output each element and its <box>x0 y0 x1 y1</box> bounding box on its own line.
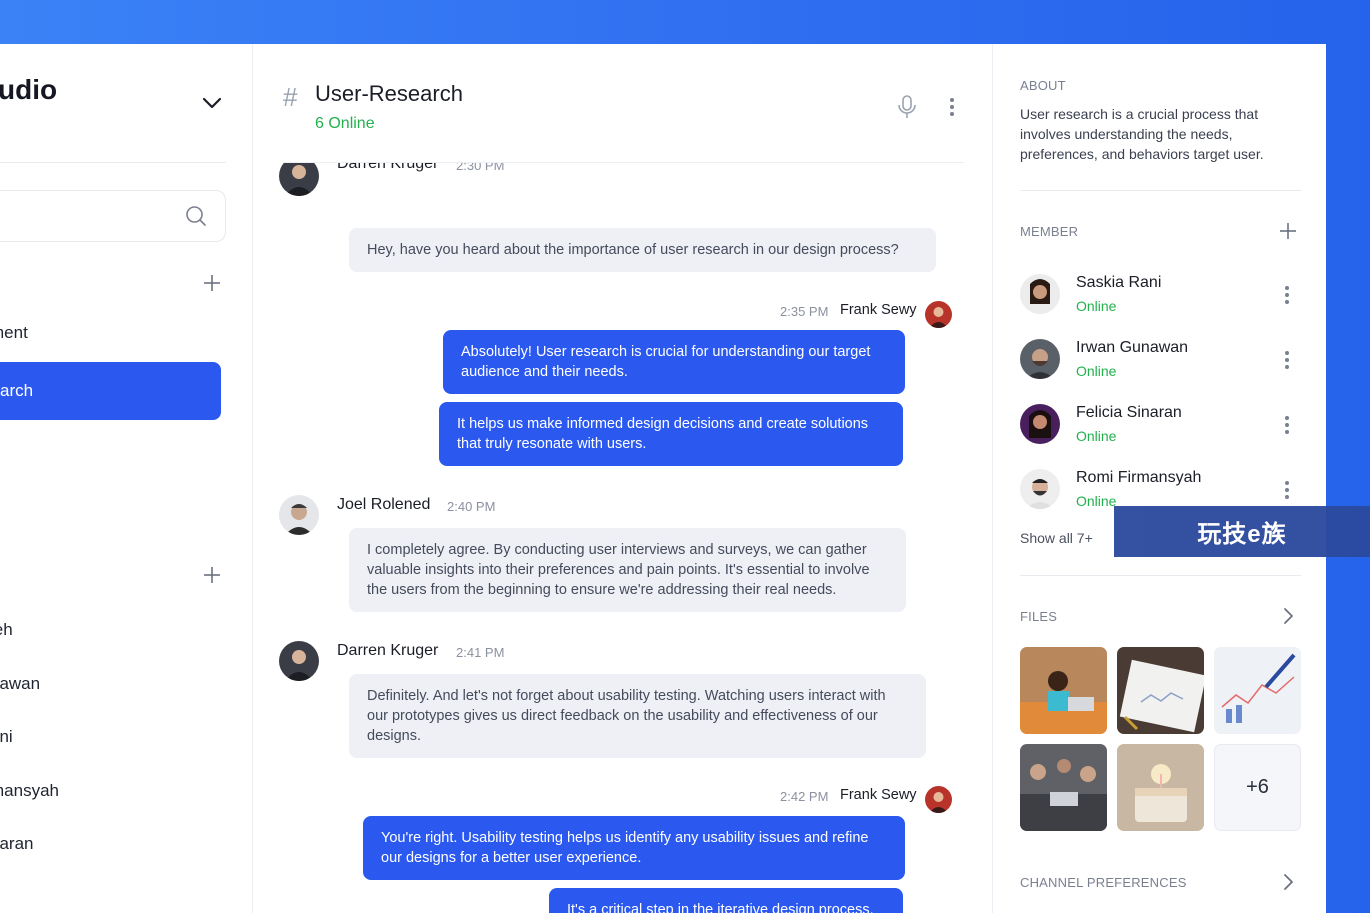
avatar <box>925 301 952 328</box>
sidebar-dm-item[interactable]: leh <box>0 620 13 640</box>
message-sender: Frank Sewy <box>840 787 917 803</box>
more-files-tile[interactable]: +6 <box>1214 744 1301 831</box>
message-sender: Darren Kruger <box>337 642 439 659</box>
sidebar-search <box>0 190 226 242</box>
avatar <box>279 641 319 681</box>
more-vertical-icon[interactable] <box>1284 286 1290 306</box>
message-bubble: You're right. Usability testing helps us… <box>363 816 905 880</box>
file-thumbnail[interactable] <box>1117 647 1204 734</box>
file-thumbnail[interactable] <box>1020 647 1107 734</box>
member-item[interactable]: Felicia Sinaran Online <box>1020 404 1302 454</box>
message-list: Darren Kruger 2:30 PM Hey, have you hear… <box>253 163 992 913</box>
file-thumbnail[interactable] <box>1214 647 1301 734</box>
more-vertical-icon[interactable] <box>1284 416 1290 436</box>
sidebar-dm-item[interactable]: naran <box>0 834 33 854</box>
more-vertical-icon[interactable] <box>1284 481 1290 501</box>
message-time: 2:35 PM <box>780 304 829 319</box>
files-grid: +6 <box>1020 647 1302 831</box>
add-channel-icon[interactable] <box>203 274 221 292</box>
chat-panel: # User-Research 6 Online Darren Kruger 2… <box>253 44 992 913</box>
member-name: Romi Firmansyah <box>1076 469 1202 486</box>
hash-icon: # <box>283 82 298 112</box>
message-bubble: Absolutely! User research is crucial for… <box>443 330 905 394</box>
chevron-down-icon[interactable] <box>200 94 224 112</box>
add-member-icon[interactable] <box>1279 222 1297 240</box>
more-vertical-icon[interactable] <box>1284 351 1290 371</box>
avatar <box>1020 404 1060 444</box>
divider <box>1020 190 1301 191</box>
member-status: Online <box>1076 493 1117 509</box>
avatar <box>279 163 319 196</box>
search-input[interactable] <box>0 191 161 241</box>
message-bubble: Definitely. And let's not forget about u… <box>349 674 926 758</box>
avatar <box>1020 339 1060 379</box>
member-name: Saskia Rani <box>1076 274 1162 291</box>
about-label: ABOUT <box>1020 78 1066 93</box>
file-thumbnail[interactable] <box>1117 744 1204 831</box>
chevron-right-icon[interactable] <box>1282 607 1294 625</box>
show-all-members-link[interactable]: Show all 7+ <box>1020 530 1093 546</box>
sidebar-item-channel[interactable]: ment <box>0 323 28 343</box>
search-icon[interactable] <box>185 205 207 227</box>
avatar <box>1020 469 1060 509</box>
message-sender: Joel Rolened <box>337 496 431 513</box>
sidebar-divider <box>0 162 226 163</box>
add-direct-message-icon[interactable] <box>203 566 221 584</box>
message-bubble: It's a critical step in the iterative de… <box>549 888 903 913</box>
sidebar-dm-item[interactable]: nawan <box>0 674 40 694</box>
message-time: 2:42 PM <box>780 789 829 804</box>
chevron-right-icon[interactable] <box>1282 873 1294 891</box>
message-time: 2:41 PM <box>456 645 505 660</box>
member-status: Online <box>1076 298 1117 314</box>
member-name: Irwan Gunawan <box>1076 339 1189 356</box>
message-time: 2:30 PM <box>456 163 505 173</box>
sidebar-item-user-research-active[interactable]: arch <box>0 362 221 420</box>
more-vertical-icon[interactable] <box>949 98 955 118</box>
files-label: FILES <box>1020 609 1058 624</box>
message-bubble: I completely agree. By conducting user i… <box>349 528 906 612</box>
avatar <box>279 495 319 535</box>
channel-preferences-label[interactable]: CHANNEL PREFERENCES <box>1020 875 1187 890</box>
watermark-logo: 玩技e族 <box>1114 506 1370 557</box>
member-item[interactable]: Saskia Rani Online <box>1020 274 1302 324</box>
channel-details-panel: ABOUT User research is a crucial process… <box>992 44 1326 913</box>
avatar <box>925 786 952 813</box>
message-sender: Darren Kruger <box>337 163 439 172</box>
channel-name: User-Research <box>315 81 463 106</box>
member-name: Felicia Sinaran <box>1076 404 1182 421</box>
message-sender: Frank Sewy <box>840 302 917 318</box>
message-bubble: Hey, have you heard about the importance… <box>349 228 936 272</box>
app-window: udio ment arch leh nawan ani mansyah nar… <box>0 44 1326 913</box>
sidebar-dm-item[interactable]: mansyah <box>0 781 59 801</box>
sidebar: udio ment arch leh nawan ani mansyah nar… <box>0 44 253 913</box>
avatar <box>1020 274 1060 314</box>
member-status: Online <box>1076 428 1117 444</box>
sidebar-dm-item[interactable]: ani <box>0 727 13 747</box>
message-bubble: It helps us make informed design decisio… <box>439 402 903 466</box>
member-item[interactable]: Irwan Gunawan Online <box>1020 339 1302 389</box>
about-text: User research is a crucial process that … <box>1020 106 1264 162</box>
file-thumbnail[interactable] <box>1020 744 1107 831</box>
divider <box>1020 575 1301 576</box>
microphone-icon[interactable] <box>895 94 919 120</box>
workspace-title: udio <box>0 74 58 105</box>
member-label: MEMBER <box>1020 224 1079 239</box>
online-count: 6 Online <box>315 115 375 132</box>
message-time: 2:40 PM <box>447 499 496 514</box>
member-status: Online <box>1076 363 1117 379</box>
